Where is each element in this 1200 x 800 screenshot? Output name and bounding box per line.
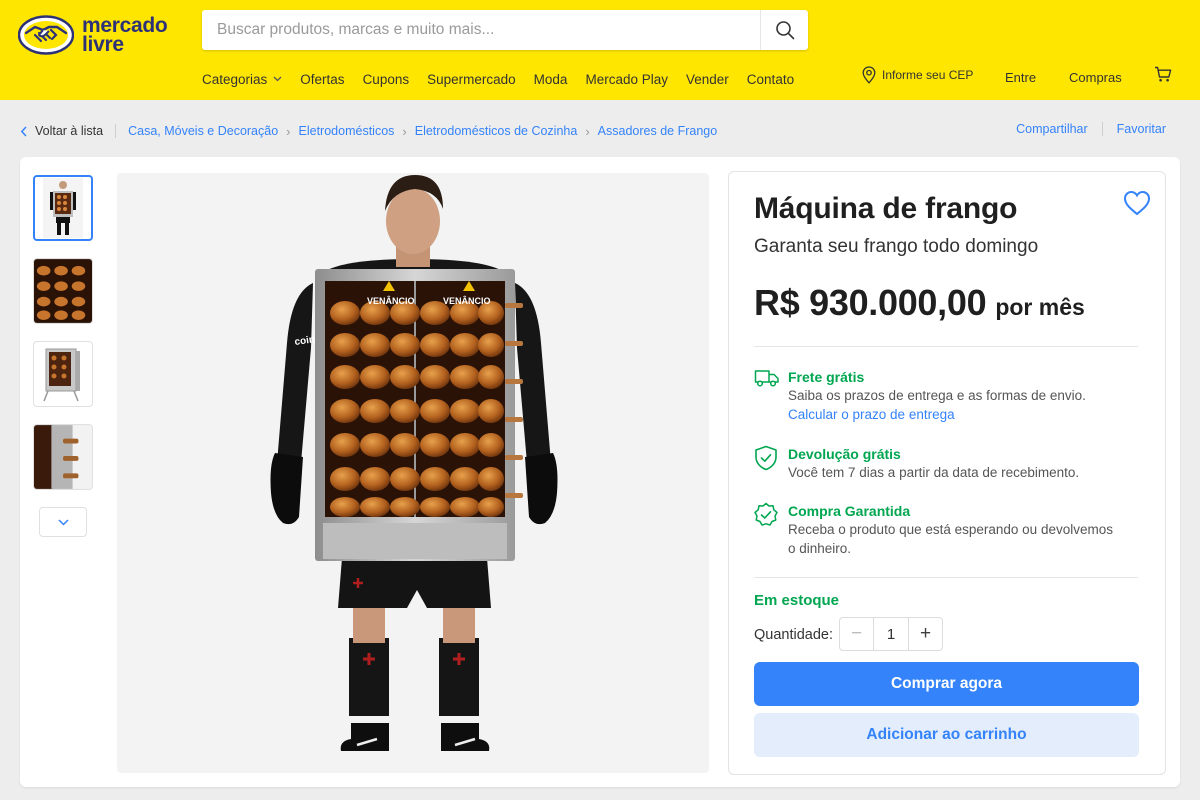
nav-cupons[interactable]: Cupons [363,72,410,87]
breadcrumb-item[interactable]: Eletrodomésticos [299,124,395,138]
nav-label: Mercado Play [585,71,668,87]
price-value: R$ 930.000,00 [754,282,987,323]
purchases-link[interactable]: Compras [1069,70,1122,85]
buy-box: Máquina de frango Garanta seu frango tod… [728,171,1166,775]
main-nav: Categorias Ofertas Cupons Supermercado M… [202,70,812,88]
back-to-list-link[interactable]: Voltar à lista [20,124,103,138]
benefit-text: Você tem 7 dias a partir da data de rece… [788,465,1080,480]
add-to-cart-button[interactable]: Adicionar ao carrinho [754,713,1139,757]
quantity-stepper: − 1 + [839,617,943,651]
thumbnail-4[interactable] [33,424,93,490]
nav-vender[interactable]: Vender [686,72,729,87]
back-label: Voltar à lista [35,124,104,138]
shipping-calc-link[interactable]: Calcular o prazo de entrega [788,405,1144,425]
breadcrumb-item[interactable]: Casa, Móveis e Decoração [128,124,278,138]
divider [754,577,1138,578]
thumbnail-gallery [33,175,95,537]
nav-supermercado[interactable]: Supermercado [427,72,516,87]
product-subtitle: Garanta seu frango todo domingo [754,236,1039,257]
search-bar [202,10,808,50]
thumb-person-machine-image [43,178,83,238]
logo-wordmark: mercado livre [82,15,168,56]
favorite-link[interactable]: Favoritar [1117,122,1166,136]
favorite-button[interactable] [1123,190,1151,221]
nav-categorias[interactable]: Categorias [202,72,282,87]
nav-moda[interactable]: Moda [534,72,568,87]
cart-button[interactable] [1154,66,1172,88]
quantity-value[interactable]: 1 [874,626,908,643]
benefit-text: Saiba os prazos de entrega e as formas d… [788,388,1086,403]
buy-now-button[interactable]: Comprar agora [754,662,1139,706]
nav-label: Categorias [202,71,268,87]
badge-check-icon [754,502,778,526]
thumbnail-1[interactable] [33,175,93,241]
nav-ofertas[interactable]: Ofertas [300,72,344,87]
heart-icon [1123,190,1151,216]
nav-mercado-play[interactable]: Mercado Play [585,72,668,87]
nav-contato[interactable]: Contato [747,72,794,87]
location-pin-icon [862,66,876,84]
product-card: VENÂNCIO VENÂNCIO coin Máquina de frango… [20,157,1180,787]
benefit-title: Compra Garantida [788,503,911,519]
goalkeeper-chicken-machine-illustration: VENÂNCIO VENÂNCIO coin [270,175,558,751]
chevron-down-icon [57,518,69,526]
product-main-image[interactable]: VENÂNCIO VENÂNCIO coin [117,173,709,773]
price-block: R$ 930.000,00 por mês [754,282,1085,324]
login-link[interactable]: Entre [1005,70,1036,85]
nav-label: Contato [746,71,795,87]
quantity-label: Quantidade: [754,627,834,643]
thumb-chickens-image [34,259,92,323]
benefit-title: Frete grátis [788,369,865,385]
share-divider [1101,122,1103,136]
search-icon [775,21,794,40]
thumbnail-3[interactable] [33,341,93,407]
share-link[interactable]: Compartilhar [1016,122,1088,136]
cart-icon [1155,66,1172,82]
thumb-side-panel-image [34,425,92,489]
breadcrumb-chevron-icon: › [402,123,407,139]
share-actions: Compartilhar Favoritar [1016,122,1166,136]
breadcrumb-chevron-icon: › [286,123,291,139]
benefit-guaranteed-purchase: Compra Garantida Receba o produto que es… [754,502,1144,558]
price-suffix: por mês [995,294,1085,320]
breadcrumb: Voltar à lista Casa, Móveis e Decoração … [20,122,717,140]
quantity-decrease-button[interactable]: − [840,618,874,650]
search-input[interactable] [202,10,760,50]
mercado-livre-logo[interactable]: mercado livre [18,12,178,58]
machine-brand-label: VENÂNCIO [367,295,415,306]
jersey-sponsor-text: coin [294,334,316,348]
nav-label: Moda [533,71,568,87]
breadcrumb-chevron-icon: › [585,123,590,139]
benefit-text: o dinheiro. [788,541,852,556]
thumbnail-2[interactable] [33,258,93,324]
breadcrumb-divider [115,124,117,138]
machine-brand-label: VENÂNCIO [443,295,491,306]
benefit-title: Devolução grátis [788,446,901,462]
nav-label: Supermercado [427,71,516,87]
more-thumbnails-button[interactable] [39,507,87,537]
product-title: Máquina de frango [754,192,1018,225]
cep-link[interactable]: Informe seu CEP [862,66,973,84]
benefit-free-shipping: Frete grátis Saiba os prazos de entrega … [754,368,1144,425]
logo-word-2: livre [82,33,124,56]
nav-label: Ofertas [300,71,345,87]
chevron-down-icon [273,76,282,82]
thumb-machine-image [38,343,88,405]
search-button[interactable] [760,10,808,50]
truck-icon [754,370,779,387]
chevron-left-icon [20,125,27,137]
breadcrumb-item[interactable]: Eletrodomésticos de Cozinha [415,124,578,138]
top-header: mercado livre Categorias Ofertas Cupons … [0,0,1200,100]
benefit-free-return: Devolução grátis Você tem 7 dias a parti… [754,445,1144,482]
cep-label: Informe seu CEP [882,68,974,82]
nav-label: Vender [686,71,729,87]
handshake-logo-icon [18,15,74,55]
benefit-text: Receba o produto que está esperando ou d… [788,522,1113,537]
breadcrumb-item[interactable]: Assadores de Frango [598,124,718,138]
nav-label: Cupons [362,71,410,87]
divider [754,346,1138,347]
stock-status: Em estoque [754,592,840,609]
shield-check-icon [755,445,777,471]
quantity-increase-button[interactable]: + [908,618,942,650]
